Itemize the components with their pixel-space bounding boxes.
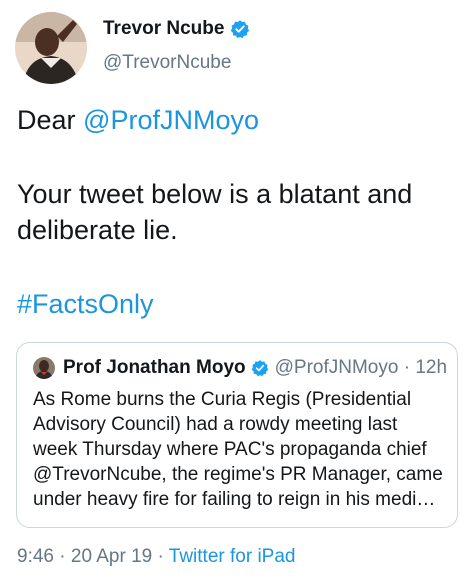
author-avatar[interactable] — [15, 12, 87, 84]
quoted-line: Advisory Council) had a rowdy meeting la… — [33, 414, 398, 435]
tweet-source-link[interactable]: Twitter for iPad — [169, 546, 296, 567]
tweet-date: 20 Apr 19 — [70, 546, 153, 567]
mention-link[interactable]: @ProfJNMoyo — [83, 105, 259, 135]
tweet-line-3: deliberate lie. — [17, 215, 178, 245]
quoted-timestamp: 12h — [415, 357, 448, 378]
hashtag-text[interactable]: #FactsOnly — [17, 289, 154, 319]
tweet-time: 9:46 — [17, 546, 54, 567]
verified-badge-icon — [230, 19, 250, 39]
greeting-text: Dear — [17, 105, 84, 135]
quoted-line: under heavy fire for failing to reign in… — [33, 489, 436, 510]
quoted-line: week Thursday where PAC's propaganda chi… — [33, 439, 427, 460]
tweet-line-greeting: Dear @ProfJNMoyo — [17, 102, 259, 138]
quoted-verified-badge-icon — [251, 359, 269, 377]
tweet-meta-footer: 9:46 · 20 Apr 19 · Twitter for iPad — [17, 546, 295, 568]
author-name[interactable]: Trevor Ncube — [103, 18, 224, 40]
footer-separator: · — [152, 546, 169, 567]
quoted-tweet-header: Prof Jonathan Moyo @ProfJNMoyo · 12h — [33, 357, 447, 379]
quoted-author-name: Prof Jonathan Moyo — [63, 357, 246, 378]
quoted-author-handle: @ProfJNMoyo — [274, 357, 399, 378]
quoted-author-avatar — [33, 357, 55, 379]
hashtag-link[interactable]: #FactsOnly — [17, 286, 154, 322]
quoted-meta-separator: · — [398, 357, 416, 378]
quoted-tweet-body: As Rome burns the Curia Regis (President… — [33, 387, 453, 512]
footer-separator: · — [53, 546, 71, 567]
author-handle[interactable]: @TrevorNcube — [103, 52, 231, 74]
quoted-line: @TrevorNcube, the regime's PR Manager, c… — [33, 464, 443, 485]
tweet-line-2: Your tweet below is a blatant and — [17, 179, 413, 209]
quoted-line: As Rome burns the Curia Regis (President… — [33, 389, 412, 410]
author-name-row: Trevor Ncube — [103, 18, 250, 40]
quoted-tweet-card[interactable]: Prof Jonathan Moyo @ProfJNMoyo · 12h As … — [16, 342, 458, 528]
